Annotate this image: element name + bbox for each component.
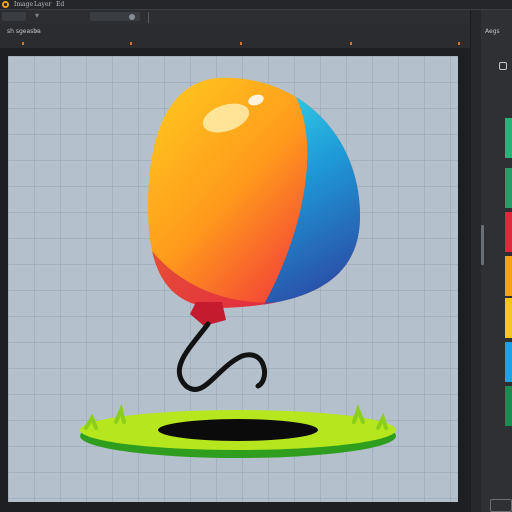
panel-options-icon[interactable] bbox=[499, 62, 507, 70]
color-swatch[interactable] bbox=[505, 298, 512, 338]
menu-item-image[interactable]: Image bbox=[14, 1, 33, 8]
ruler-marker bbox=[350, 42, 352, 45]
app-logo-icon[interactable] bbox=[1, 0, 10, 9]
color-swatch[interactable] bbox=[505, 212, 512, 252]
menu-item-edit[interactable]: Ed bbox=[56, 1, 64, 8]
chevron-down-icon[interactable]: ▾ bbox=[35, 11, 39, 20]
zoom-field[interactable] bbox=[2, 12, 26, 21]
document-tab[interactable]: sh sgeasba × bbox=[5, 26, 115, 38]
menu-item-layer[interactable]: Layer bbox=[34, 1, 51, 8]
balloon-string bbox=[176, 321, 268, 392]
panel-strip bbox=[471, 10, 481, 512]
color-swatch[interactable] bbox=[505, 256, 512, 296]
balloon-artwork bbox=[80, 77, 396, 458]
menu-bar: Image Layer Ed bbox=[0, 0, 512, 10]
balloon-body bbox=[148, 77, 360, 308]
close-icon[interactable]: × bbox=[34, 26, 39, 38]
panel-header: Aegs bbox=[485, 28, 500, 35]
color-swatch[interactable] bbox=[505, 118, 512, 158]
color-swatch[interactable] bbox=[505, 342, 512, 382]
document-tab-row: sh sgeasba × bbox=[0, 24, 470, 40]
toolbar-divider bbox=[148, 12, 149, 23]
panel-scrollbar[interactable] bbox=[481, 225, 484, 265]
canvas[interactable] bbox=[8, 56, 458, 502]
color-swatch[interactable] bbox=[505, 386, 512, 426]
options-toolbar: ▾ bbox=[0, 10, 512, 24]
ruler-marker bbox=[130, 42, 132, 45]
ruler bbox=[0, 40, 470, 48]
panel-bottom-tab[interactable] bbox=[490, 499, 512, 512]
color-swatch[interactable] bbox=[505, 168, 512, 208]
ruler-marker bbox=[240, 42, 242, 45]
ruler-marker bbox=[22, 42, 24, 45]
ruler-marker bbox=[458, 42, 460, 45]
slider-knob[interactable] bbox=[129, 14, 135, 20]
ground-hole bbox=[80, 403, 396, 458]
